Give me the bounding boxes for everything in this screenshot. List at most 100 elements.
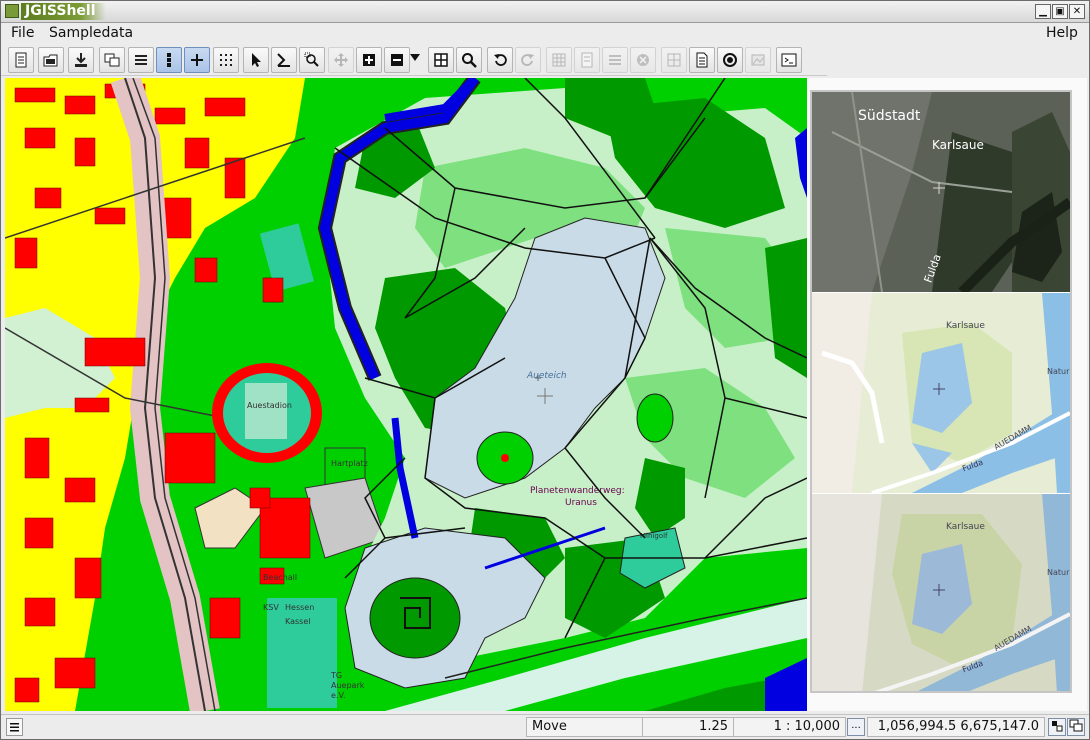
minimize-button[interactable]: ▁ <box>1035 4 1051 19</box>
zoom-out-icon <box>391 54 403 66</box>
open-project-button[interactable] <box>38 47 64 73</box>
target-icon <box>723 53 737 67</box>
label-ksv-hessen: Hessen <box>285 603 314 612</box>
status-scale: 1 : 10,000 <box>733 717 846 737</box>
save-project-button[interactable] <box>68 47 94 73</box>
edit-button[interactable] <box>271 47 297 73</box>
search-button[interactable] <box>456 47 482 73</box>
menu-bar: File Sampledata Help <box>1 23 1089 43</box>
overview3-label-natur: Natur <box>1047 568 1070 577</box>
tool-c-button[interactable] <box>602 47 628 73</box>
doc-lines-icon <box>696 52 708 68</box>
menu-sampledata[interactable]: Sampledata <box>49 25 133 41</box>
label-tg-ev: e.V. <box>331 691 345 700</box>
map-rendering: Auestadion Hartplatz KSV Hessen Kassel B… <box>5 78 807 711</box>
document-icon <box>15 52 27 68</box>
label-planetenwanderweg-uranus: Uranus <box>565 498 597 508</box>
status-menu-button[interactable] <box>6 718 23 736</box>
pan-button[interactable] <box>328 47 354 73</box>
image-button[interactable] <box>745 47 771 73</box>
label-ksv: KSV <box>263 603 279 612</box>
image-icon <box>751 54 765 66</box>
tile-icon <box>1052 721 1063 732</box>
tool-d-button[interactable] <box>630 47 656 73</box>
dot-grid-button[interactable] <box>213 47 239 73</box>
label-beachall: Beachall <box>263 573 297 582</box>
zoom-out-button[interactable] <box>384 47 410 73</box>
maximize-button[interactable]: ▣ <box>1052 4 1068 19</box>
menu-file[interactable]: File <box>11 25 34 41</box>
label-ksv-kassel: Kassel <box>285 617 311 626</box>
extent-icon <box>434 53 448 67</box>
zoom-in-button[interactable] <box>356 47 382 73</box>
list-icon <box>135 55 147 65</box>
app-icon <box>5 4 19 18</box>
status-mode: Move <box>526 717 643 737</box>
label-auestadion: Auestadion <box>247 401 292 410</box>
cascade-window-button[interactable] <box>1067 718 1085 736</box>
status-bar: Move 1.25 1 : 10,000 ... 1,056,994.5 6,6… <box>1 714 1089 739</box>
label-minigolf: Minigolf <box>640 532 668 540</box>
page-icon <box>581 52 593 68</box>
vertical-dots-button[interactable] <box>156 47 182 73</box>
target-button[interactable] <box>717 47 743 73</box>
overview-frame[interactable]: Südstadt Karlsaue Fulda Karlsaue AUEDAMM… <box>810 90 1072 693</box>
application-window: JGISShell ▁ ▣ ✕ File Sampledata Help Aue… <box>0 0 1090 740</box>
zoom-rect-button[interactable] <box>299 47 325 73</box>
overview-tile-terrain[interactable]: Karlsaue AUEDAMM Fulda Natur <box>812 494 1070 691</box>
download-icon <box>75 53 87 67</box>
title-bar[interactable]: JGISShell ▁ ▣ ✕ <box>1 1 1089 23</box>
new-project-button[interactable] <box>8 47 34 73</box>
label-hartplatz: Hartplatz <box>331 459 368 468</box>
terrain-map-image <box>812 494 1070 691</box>
tool-e-button[interactable] <box>661 47 687 73</box>
folder-open-icon <box>43 54 58 67</box>
list-icon <box>10 723 19 732</box>
grid-icon <box>667 53 681 67</box>
terminal-icon <box>781 53 797 67</box>
windows-icon <box>104 53 120 67</box>
lines-icon <box>609 55 621 65</box>
menu-help[interactable]: Help <box>1046 25 1078 41</box>
arrow-pointer-icon <box>252 53 261 67</box>
status-coordinates: 1,056,994.5 6,675,147.0 <box>867 717 1045 737</box>
tool-b-button[interactable] <box>574 47 600 73</box>
layers-button[interactable] <box>99 47 125 73</box>
zoom-dropdown-arrow[interactable] <box>410 54 420 61</box>
overview-label-suedstadt: Südstadt <box>858 108 921 124</box>
vertical-dots-icon <box>167 53 171 67</box>
properties-button[interactable] <box>689 47 715 73</box>
dot-grid-icon <box>220 54 232 66</box>
label-tg-auepark: Auepark <box>331 681 365 690</box>
zoom-in-icon <box>363 54 375 66</box>
select-button[interactable] <box>243 47 269 73</box>
zoom-extent-button[interactable] <box>428 47 454 73</box>
console-button[interactable] <box>776 47 802 73</box>
crosshair-button[interactable] <box>184 47 210 73</box>
label-planetenwanderweg: Planetenwanderweg: <box>530 486 625 496</box>
tile-window-button[interactable] <box>1048 718 1066 736</box>
overview-label-karlsaue: Karlsaue <box>932 138 984 152</box>
close-button[interactable]: ✕ <box>1069 4 1085 19</box>
move-icon <box>334 53 348 67</box>
undo-view-button[interactable] <box>487 47 513 73</box>
list-button[interactable] <box>128 47 154 73</box>
overview-tile-streetmap[interactable]: Karlsaue AUEDAMM Fulda Natur <box>812 293 1070 493</box>
scale-picker-button[interactable]: ... <box>847 718 865 736</box>
grid-icon <box>552 53 566 67</box>
overview2-label-karlsaue: Karlsaue <box>946 321 985 331</box>
map-canvas[interactable]: Auestadion Hartplatz KSV Hessen Kassel B… <box>5 78 807 711</box>
overview-panel: Südstadt Karlsaue Fulda Karlsaue AUEDAMM… <box>807 78 1087 711</box>
cascade-icon <box>1069 719 1083 732</box>
street-map-image <box>812 293 1070 493</box>
status-zoom: 1.25 <box>642 717 734 737</box>
plus-icon <box>191 54 203 66</box>
label-tg: TG <box>330 671 342 680</box>
label-aueteich: Aueteich <box>526 371 567 381</box>
window-title: JGISShell <box>21 3 106 20</box>
redo-view-button[interactable] <box>515 47 541 73</box>
tool-a-button[interactable] <box>546 47 572 73</box>
zoom-rect-icon <box>304 52 319 67</box>
overview3-label-karlsaue: Karlsaue <box>946 522 985 532</box>
overview-tile-aerial[interactable]: Südstadt Karlsaue Fulda <box>812 92 1070 292</box>
